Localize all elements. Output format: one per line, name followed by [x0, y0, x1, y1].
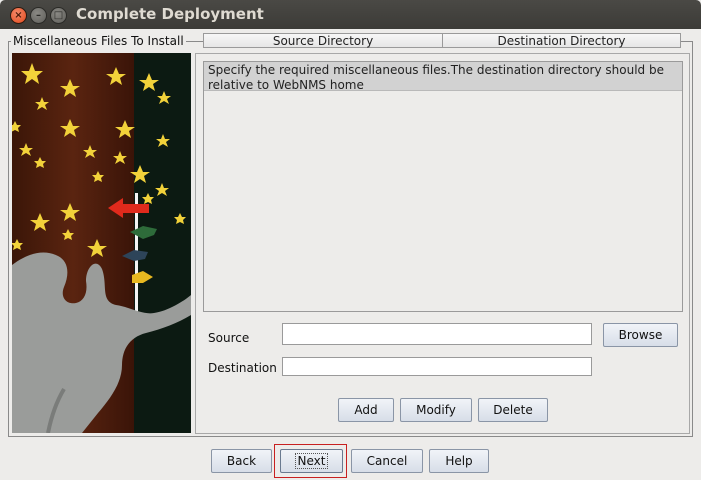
close-icon[interactable]: ×: [10, 7, 27, 24]
title-bar: × – □ Complete Deployment: [0, 0, 701, 29]
column-header-destination-directory[interactable]: Destination Directory: [442, 33, 681, 48]
wizard-side-illustration: [12, 53, 191, 433]
column-header-source-directory[interactable]: Source Directory: [203, 33, 443, 48]
modify-button[interactable]: Modify: [400, 398, 472, 422]
source-input[interactable]: [282, 323, 592, 345]
source-label: Source: [208, 331, 250, 345]
maximize-icon[interactable]: □: [50, 7, 67, 24]
files-table[interactable]: Specify the required miscellaneous files…: [203, 61, 683, 312]
destination-input[interactable]: [282, 357, 592, 376]
destination-label: Destination: [208, 361, 277, 375]
minimize-icon[interactable]: –: [30, 7, 47, 24]
next-button[interactable]: Next: [280, 449, 343, 473]
table-instructions: Specify the required miscellaneous files…: [204, 62, 682, 92]
help-button[interactable]: Help: [429, 449, 489, 473]
window-title: Complete Deployment: [76, 5, 264, 23]
add-button[interactable]: Add: [338, 398, 394, 422]
back-button[interactable]: Back: [211, 449, 272, 473]
cancel-button[interactable]: Cancel: [351, 449, 423, 473]
browse-button[interactable]: Browse: [603, 323, 678, 347]
group-legend: Miscellaneous Files To Install: [11, 34, 186, 48]
deployment-window: × – □ Complete Deployment Miscellaneous …: [0, 0, 701, 480]
delete-button[interactable]: Delete: [478, 398, 548, 422]
